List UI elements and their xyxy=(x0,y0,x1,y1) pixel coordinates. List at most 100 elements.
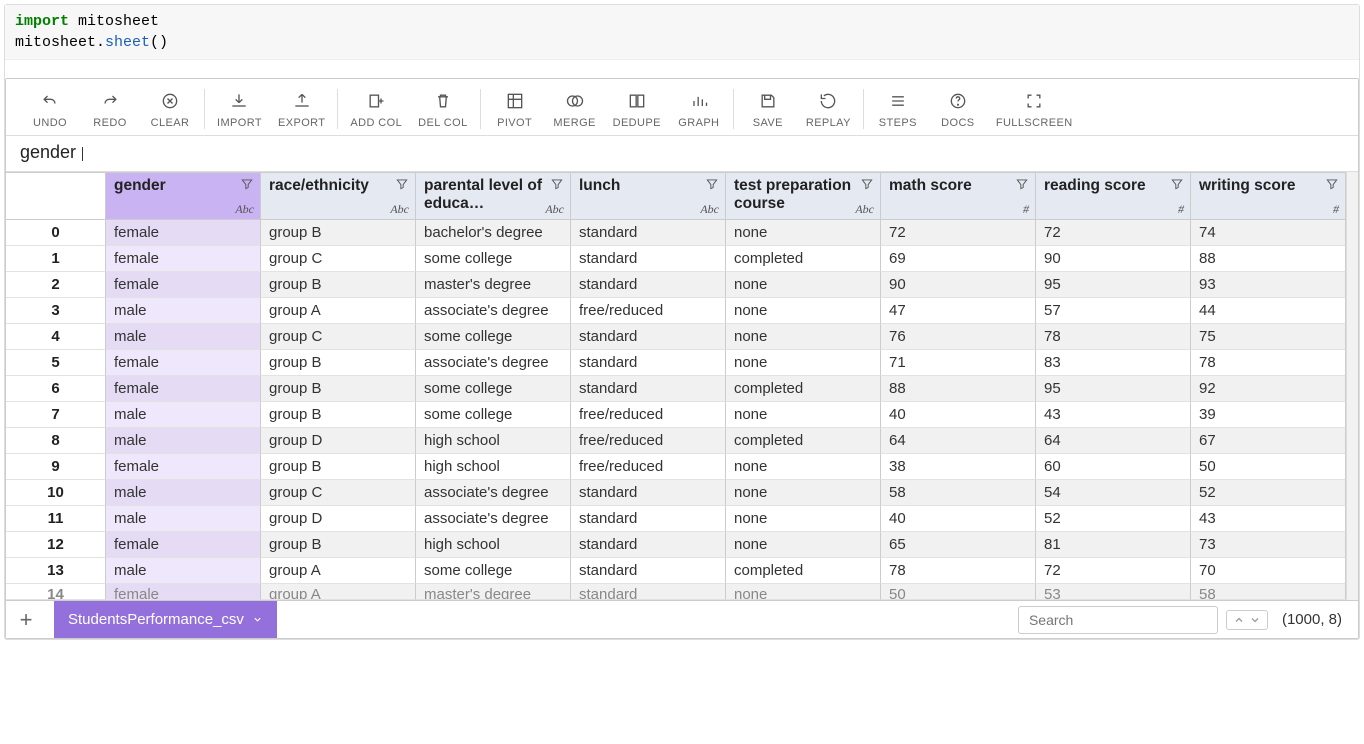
data-cell[interactable]: 64 xyxy=(1036,428,1191,454)
code-cell[interactable]: import mitosheet mitosheet.sheet() xyxy=(5,5,1359,60)
row-index[interactable]: 14 xyxy=(6,584,106,600)
data-cell[interactable]: 43 xyxy=(1036,402,1191,428)
data-cell[interactable]: 47 xyxy=(881,298,1036,324)
sheet-tab[interactable]: StudentsPerformance_csv xyxy=(54,601,277,638)
data-cell[interactable]: 50 xyxy=(881,584,1036,600)
row-index[interactable]: 6 xyxy=(6,376,106,402)
data-cell[interactable]: free/reduced xyxy=(571,428,726,454)
data-cell[interactable]: high school xyxy=(416,532,571,558)
row-index[interactable]: 2 xyxy=(6,272,106,298)
data-cell[interactable]: female xyxy=(106,246,261,272)
data-cell[interactable]: male xyxy=(106,428,261,454)
data-cell[interactable]: group B xyxy=(261,272,416,298)
data-cell[interactable]: 72 xyxy=(881,220,1036,246)
data-cell[interactable]: 69 xyxy=(881,246,1036,272)
search-nav[interactable] xyxy=(1226,610,1268,630)
column-header[interactable]: reading score# xyxy=(1036,172,1191,220)
data-cell[interactable]: bachelor's degree xyxy=(416,220,571,246)
data-cell[interactable]: female xyxy=(106,220,261,246)
data-cell[interactable]: female xyxy=(106,454,261,480)
data-cell[interactable]: 74 xyxy=(1191,220,1346,246)
data-cell[interactable]: 53 xyxy=(1036,584,1191,600)
column-header[interactable]: race/ethnicityAbc xyxy=(261,172,416,220)
data-cell[interactable]: 70 xyxy=(1191,558,1346,584)
row-index[interactable]: 5 xyxy=(6,350,106,376)
data-cell[interactable]: associate's degree xyxy=(416,298,571,324)
data-cell[interactable]: 43 xyxy=(1191,506,1346,532)
data-cell[interactable]: 71 xyxy=(881,350,1036,376)
data-cell[interactable]: group D xyxy=(261,428,416,454)
data-cell[interactable]: none xyxy=(726,272,881,298)
data-cell[interactable]: group B xyxy=(261,376,416,402)
data-cell[interactable]: completed xyxy=(726,376,881,402)
column-header[interactable]: parental level of educa…Abc xyxy=(416,172,571,220)
data-cell[interactable]: none xyxy=(726,506,881,532)
data-cell[interactable]: standard xyxy=(571,558,726,584)
filter-icon[interactable] xyxy=(240,177,254,191)
row-index[interactable]: 12 xyxy=(6,532,106,558)
data-cell[interactable]: group B xyxy=(261,350,416,376)
row-index[interactable]: 11 xyxy=(6,506,106,532)
data-cell[interactable]: male xyxy=(106,480,261,506)
undo-button[interactable]: UNDO xyxy=(20,87,80,131)
data-cell[interactable]: group B xyxy=(261,454,416,480)
data-cell[interactable]: 65 xyxy=(881,532,1036,558)
data-cell[interactable]: male xyxy=(106,558,261,584)
data-cell[interactable]: standard xyxy=(571,584,726,600)
data-cell[interactable]: 92 xyxy=(1191,376,1346,402)
data-cell[interactable]: 72 xyxy=(1036,558,1191,584)
column-header[interactable]: lunchAbc xyxy=(571,172,726,220)
data-cell[interactable]: 52 xyxy=(1191,480,1346,506)
addcol-button[interactable]: ADD COL xyxy=(342,87,410,131)
data-cell[interactable]: none xyxy=(726,350,881,376)
data-cell[interactable]: none xyxy=(726,220,881,246)
data-cell[interactable]: 40 xyxy=(881,402,1036,428)
data-cell[interactable]: female xyxy=(106,532,261,558)
data-cell[interactable]: 58 xyxy=(1191,584,1346,600)
column-header[interactable]: math score# xyxy=(881,172,1036,220)
replay-button[interactable]: REPLAY xyxy=(798,87,859,131)
filter-icon[interactable] xyxy=(550,177,564,191)
data-cell[interactable]: standard xyxy=(571,350,726,376)
data-cell[interactable]: group C xyxy=(261,324,416,350)
data-cell[interactable]: standard xyxy=(571,376,726,402)
data-cell[interactable]: 90 xyxy=(1036,246,1191,272)
data-cell[interactable]: none xyxy=(726,454,881,480)
data-cell[interactable]: 60 xyxy=(1036,454,1191,480)
data-cell[interactable]: master's degree xyxy=(416,272,571,298)
data-cell[interactable]: 75 xyxy=(1191,324,1346,350)
docs-button[interactable]: DOCS xyxy=(928,87,988,131)
data-cell[interactable]: female xyxy=(106,272,261,298)
data-cell[interactable]: 52 xyxy=(1036,506,1191,532)
search-input[interactable] xyxy=(1018,606,1218,634)
data-cell[interactable]: master's degree xyxy=(416,584,571,600)
data-cell[interactable]: free/reduced xyxy=(571,298,726,324)
data-cell[interactable]: 39 xyxy=(1191,402,1346,428)
data-cell[interactable]: 88 xyxy=(1191,246,1346,272)
data-cell[interactable]: 83 xyxy=(1036,350,1191,376)
clear-button[interactable]: CLEAR xyxy=(140,87,200,131)
data-cell[interactable]: some college xyxy=(416,558,571,584)
formula-bar[interactable]: gender xyxy=(6,136,1358,172)
data-cell[interactable]: free/reduced xyxy=(571,454,726,480)
data-cell[interactable]: male xyxy=(106,506,261,532)
data-cell[interactable]: associate's degree xyxy=(416,350,571,376)
data-cell[interactable]: 78 xyxy=(881,558,1036,584)
data-cell[interactable]: high school xyxy=(416,454,571,480)
data-cell[interactable]: associate's degree xyxy=(416,506,571,532)
data-cell[interactable]: female xyxy=(106,584,261,600)
data-cell[interactable]: 78 xyxy=(1036,324,1191,350)
data-cell[interactable]: high school xyxy=(416,428,571,454)
data-cell[interactable]: female xyxy=(106,376,261,402)
filter-icon[interactable] xyxy=(1325,177,1339,191)
data-cell[interactable]: 90 xyxy=(881,272,1036,298)
data-cell[interactable]: standard xyxy=(571,506,726,532)
data-cell[interactable]: 72 xyxy=(1036,220,1191,246)
data-cell[interactable]: standard xyxy=(571,324,726,350)
column-header[interactable]: test preparation courseAbc xyxy=(726,172,881,220)
data-cell[interactable]: 50 xyxy=(1191,454,1346,480)
data-cell[interactable]: 38 xyxy=(881,454,1036,480)
redo-button[interactable]: REDO xyxy=(80,87,140,131)
data-cell[interactable]: some college xyxy=(416,376,571,402)
data-cell[interactable]: 76 xyxy=(881,324,1036,350)
